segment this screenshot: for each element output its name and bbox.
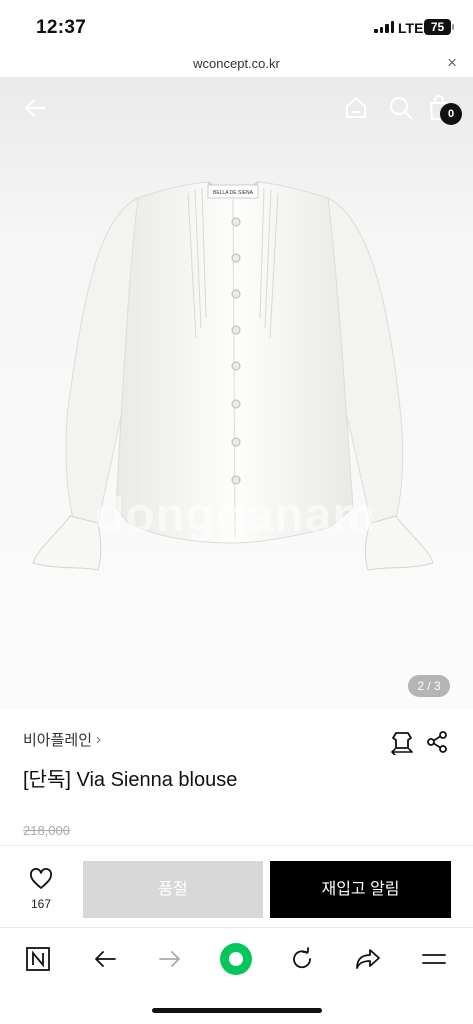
heart-icon[interactable] [29, 868, 53, 890]
menu-icon[interactable] [417, 942, 451, 976]
brand-link[interactable]: 비아플레인 › [23, 729, 101, 750]
watermark: dongganam [95, 489, 376, 542]
browser-toolbar [0, 927, 473, 989]
status-time: 12:37 [36, 17, 87, 38]
brand-name[interactable]: 비아플레인 [23, 729, 92, 750]
refresh-icon[interactable] [285, 942, 319, 976]
like-button[interactable]: 167 [22, 868, 60, 911]
garment-label: BELLA DE SIENA [213, 190, 254, 196]
url-text[interactable]: wconcept.co.kr [0, 56, 473, 71]
purchase-action-bar: 167 품절 재입고 알림 [0, 845, 473, 927]
product-title: [단독] Via Sienna blouse [23, 769, 238, 791]
status-bar: 12:37 LTE 75 [0, 0, 473, 50]
chevron-right-icon: › [96, 731, 102, 748]
home-indicator[interactable] [152, 1008, 322, 1013]
product-image[interactable]: 0 BELLA DE SIENA dongganam 2 / 3 [0, 78, 473, 710]
home-icon[interactable] [343, 95, 369, 121]
image-page-indicator: 2 / 3 [408, 675, 450, 697]
soldout-button[interactable]: 품절 [83, 861, 263, 918]
battery-icon: 75 [424, 19, 454, 35]
close-icon[interactable]: × [447, 53, 457, 73]
back-arrow-icon[interactable] [22, 95, 48, 121]
back-arrow-icon[interactable] [88, 942, 122, 976]
naver-n-icon[interactable] [21, 942, 55, 976]
restock-alert-button[interactable]: 재입고 알림 [270, 861, 451, 918]
forward-arrow-icon[interactable] [153, 942, 187, 976]
network-label: LTE [398, 20, 424, 36]
url-bar[interactable]: wconcept.co.kr × [0, 50, 473, 78]
share-arrow-icon[interactable] [351, 942, 385, 976]
original-price: 218,000 [23, 823, 70, 838]
share-icon[interactable] [425, 730, 449, 754]
hanger-icon[interactable] [389, 729, 415, 755]
search-icon[interactable] [388, 95, 414, 121]
signal-icon [374, 21, 394, 33]
green-dot-home-icon[interactable] [219, 942, 253, 976]
cart-count-badge[interactable]: 0 [440, 103, 462, 125]
like-count: 167 [30, 897, 52, 911]
